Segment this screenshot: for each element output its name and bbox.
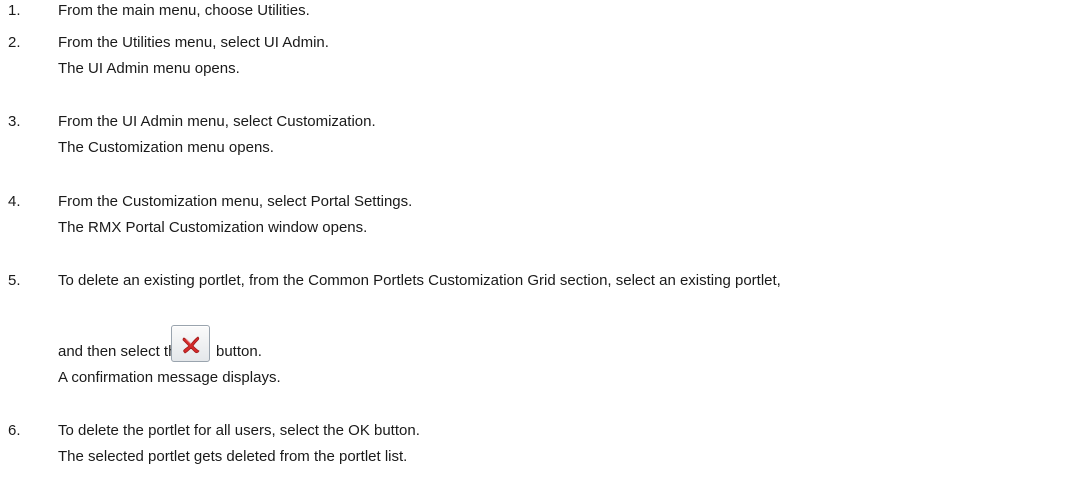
step-number: 1. (8, 2, 21, 19)
step-result: The Customization menu opens. (58, 139, 274, 156)
step-result: The RMX Portal Customization window open… (58, 219, 368, 236)
step-instruction-tail: button. (216, 343, 262, 360)
delete-portlet-button[interactable] (171, 325, 210, 362)
step-number: 2. (8, 34, 21, 51)
step-number: 4. (8, 193, 21, 210)
step-instruction: From the Utilities menu, select UI Admin… (58, 34, 329, 51)
step-result: The UI Admin menu opens. (58, 60, 240, 77)
step-5-continued-tail: button. (216, 343, 262, 361)
step-number: 5. (8, 272, 21, 289)
step-instruction: To delete an existing portlet, from the … (58, 272, 781, 289)
step-instruction: From the UI Admin menu, select Customiza… (58, 113, 376, 130)
delete-icon (182, 335, 200, 353)
step-instruction-continued: and then select the (58, 343, 185, 360)
step-instruction: From the main menu, choose Utilities. (58, 2, 310, 19)
step-number: 3. (8, 113, 21, 130)
step-instruction: From the Customization menu, select Port… (58, 193, 413, 210)
step-instruction: To delete the portlet for all users, sel… (58, 422, 420, 439)
step-result: The selected portlet gets deleted from t… (58, 448, 408, 465)
step-number: 6. (8, 422, 21, 439)
step-result: A confirmation message displays. (58, 369, 281, 386)
